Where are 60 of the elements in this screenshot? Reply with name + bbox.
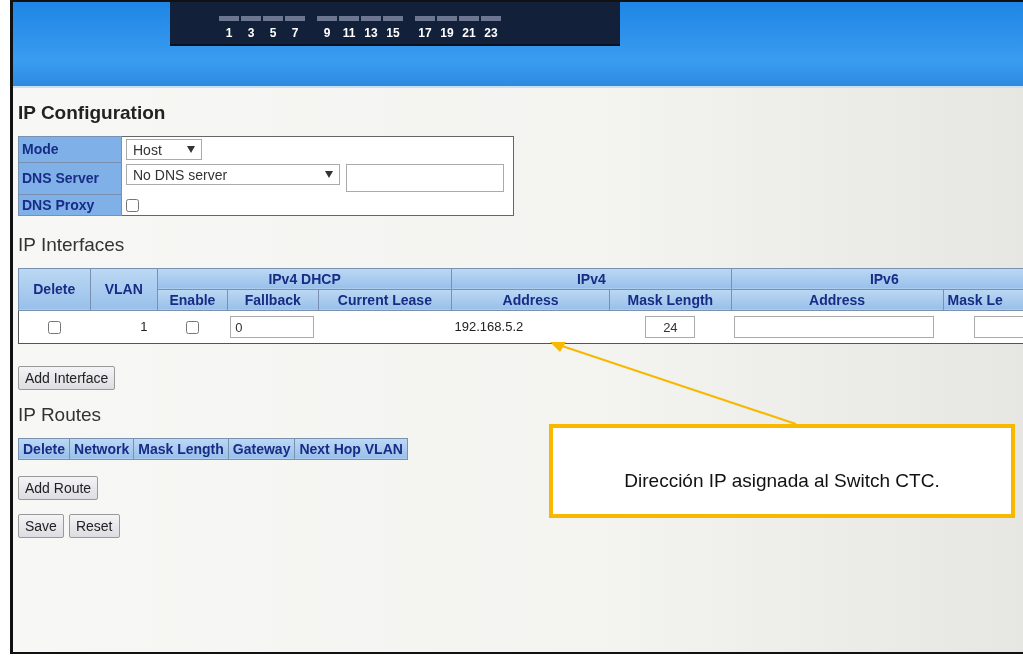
port-icon (415, 16, 435, 21)
port-number: 17 (418, 26, 432, 40)
field-label: Mode (22, 141, 59, 158)
port-number: 23 (484, 26, 498, 40)
input-field[interactable]: 24 (645, 315, 696, 338)
port-number: 19 (440, 26, 454, 40)
port-number: 5 (269, 26, 277, 40)
section-title: IP Configuration (18, 102, 166, 124)
column-header: Next Hop VLAN (294, 438, 408, 459)
port-icon (285, 16, 305, 21)
column-header: Address (731, 289, 943, 310)
add-interface-button[interactable]: Add Interface (18, 365, 116, 390)
checkbox[interactable] (48, 321, 61, 335)
caret-icon (187, 146, 195, 153)
column-header: Gateway (228, 438, 295, 459)
port-number: 13 (364, 26, 378, 40)
port-icon (317, 16, 337, 21)
column-header: Network (69, 438, 134, 459)
section-title: IP Interfaces (18, 233, 125, 256)
input-field[interactable]: 0 (230, 315, 315, 338)
field-label: DNS Proxy (22, 196, 95, 213)
input-field[interactable] (734, 315, 935, 338)
column-header: VLAN (90, 268, 158, 310)
port-icon (339, 16, 359, 21)
port-icon (437, 16, 457, 21)
checkbox[interactable] (185, 321, 199, 335)
field-label: DNS Server (22, 170, 100, 186)
form-button[interactable]: Reset (68, 513, 120, 538)
table-cell: 192.168.5.2 (454, 319, 524, 334)
section-title: IP Routes (18, 403, 102, 426)
port-icon (219, 16, 239, 21)
input-field[interactable] (346, 164, 504, 192)
caret-icon (325, 171, 333, 178)
input-field[interactable] (974, 315, 1023, 338)
port-number: 11 (342, 26, 356, 40)
column-header: Delete (18, 268, 91, 310)
port-icon (459, 16, 479, 21)
port-icon (241, 16, 261, 21)
column-header: Delete (18, 438, 70, 459)
callout-note: Dirección IP asignada al Switch CTC. (549, 424, 1015, 518)
port-number: 21 (462, 26, 476, 40)
port-number: 15 (386, 26, 400, 40)
add-route-button[interactable]: Add Route (18, 475, 99, 500)
checkbox[interactable] (126, 199, 139, 213)
port-number: 9 (323, 26, 331, 40)
mode-dropdown[interactable]: Host (126, 139, 202, 160)
column-header: IPv4 (451, 268, 732, 289)
port-number: 1 (225, 26, 233, 40)
port-icon (383, 16, 403, 21)
form-button[interactable]: Save (18, 513, 64, 538)
port-icon (481, 16, 501, 21)
column-header: IPv4 DHCP (157, 268, 452, 289)
table-cell: 1 (140, 319, 148, 334)
column-header: IPv6 (731, 268, 1023, 289)
port-icon (263, 16, 283, 21)
port-number: 7 (291, 26, 299, 40)
column-header: Mask Length (133, 438, 229, 459)
dns-dropdown[interactable]: No DNS server (126, 164, 340, 185)
port-number: 3 (247, 26, 255, 40)
port-icon (361, 16, 381, 21)
